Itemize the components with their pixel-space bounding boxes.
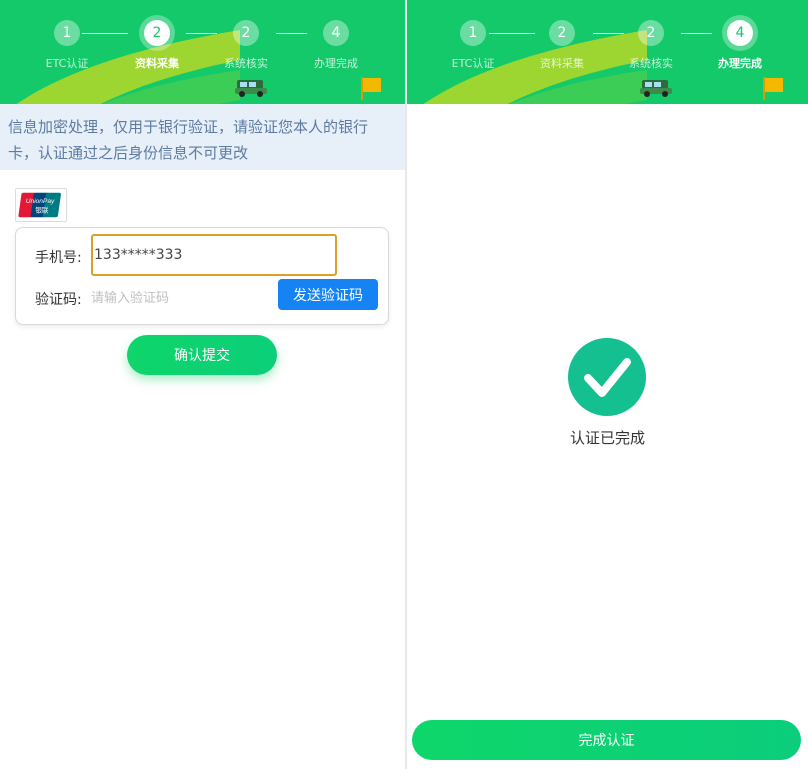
unionpay-text: UnionPay	[26, 198, 55, 205]
step-verification: 2 系统核实	[206, 20, 286, 71]
step-number: 2	[549, 20, 575, 46]
step-label: ETC认证	[451, 57, 495, 70]
screen-data-collection: 1 ETC认证 2 资料采集 2 系统核实 4 办理完成 信息加密处理，仅用于银…	[0, 0, 405, 769]
check-circle-icon	[568, 338, 646, 416]
unionpay-cn-text: 银联	[35, 206, 49, 215]
step-complete: 4 办理完成	[296, 20, 376, 71]
code-label: 验证码:	[35, 292, 82, 308]
code-input[interactable]	[91, 286, 271, 310]
step-complete: 4 办理完成	[700, 20, 780, 71]
step-label: 系统核实	[224, 57, 268, 70]
step-number: 2	[144, 20, 170, 46]
step-label: 办理完成	[718, 57, 762, 70]
step-number: 4	[727, 20, 753, 46]
flag-icon	[763, 77, 783, 100]
car-icon	[235, 80, 267, 97]
car-icon	[640, 80, 672, 97]
step-etc: 1 ETC认证	[27, 20, 107, 71]
step-label: 系统核实	[629, 57, 673, 70]
step-indicator: 1 ETC认证 2 资料采集 2 系统核实 4 办理完成	[0, 20, 405, 80]
step-verification: 2 系统核实	[611, 20, 691, 71]
step-number: 1	[460, 20, 486, 46]
step-indicator: 1 ETC认证 2 资料采集 2 系统核实 4 办理完成	[407, 20, 808, 80]
progress-header: 1 ETC认证 2 资料采集 2 系统核实 4 办理完成	[0, 0, 405, 104]
phone-input[interactable]	[91, 234, 337, 276]
step-number: 1	[54, 20, 80, 46]
step-number: 4	[323, 20, 349, 46]
flag-icon	[361, 77, 381, 100]
security-notice: 信息加密处理，仅用于银行验证，请验证您本人的银行卡，认证通过之后身份信息不可更改	[0, 104, 405, 170]
step-label: 资料采集	[540, 57, 584, 70]
screen-complete: 1 ETC认证 2 资料采集 2 系统核实 4 办理完成 认证已完成 完成认证	[407, 0, 808, 769]
step-label: 办理完成	[314, 57, 358, 70]
step-etc: 1 ETC认证	[433, 20, 513, 71]
finish-button[interactable]: 完成认证	[412, 720, 801, 760]
send-code-button[interactable]: 发送验证码	[278, 279, 378, 310]
screens: 1 ETC认证 2 资料采集 2 系统核实 4 办理完成 信息加密处理，仅用于银…	[0, 0, 808, 769]
verification-form: 手机号: 验证码: 发送验证码	[15, 227, 389, 325]
step-data-collection: 2 资料采集	[117, 20, 197, 71]
success-message: 认证已完成	[569, 429, 645, 447]
step-number: 2	[638, 20, 664, 46]
phone-label: 手机号:	[35, 250, 82, 266]
unionpay-logo: UnionPay 银联	[15, 188, 67, 222]
step-label: ETC认证	[45, 57, 89, 70]
step-label: 资料采集	[135, 57, 179, 70]
step-data-collection: 2 资料采集	[522, 20, 602, 71]
progress-header: 1 ETC认证 2 资料采集 2 系统核实 4 办理完成	[407, 0, 808, 104]
step-number: 2	[233, 20, 259, 46]
submit-button[interactable]: 确认提交	[127, 335, 277, 375]
